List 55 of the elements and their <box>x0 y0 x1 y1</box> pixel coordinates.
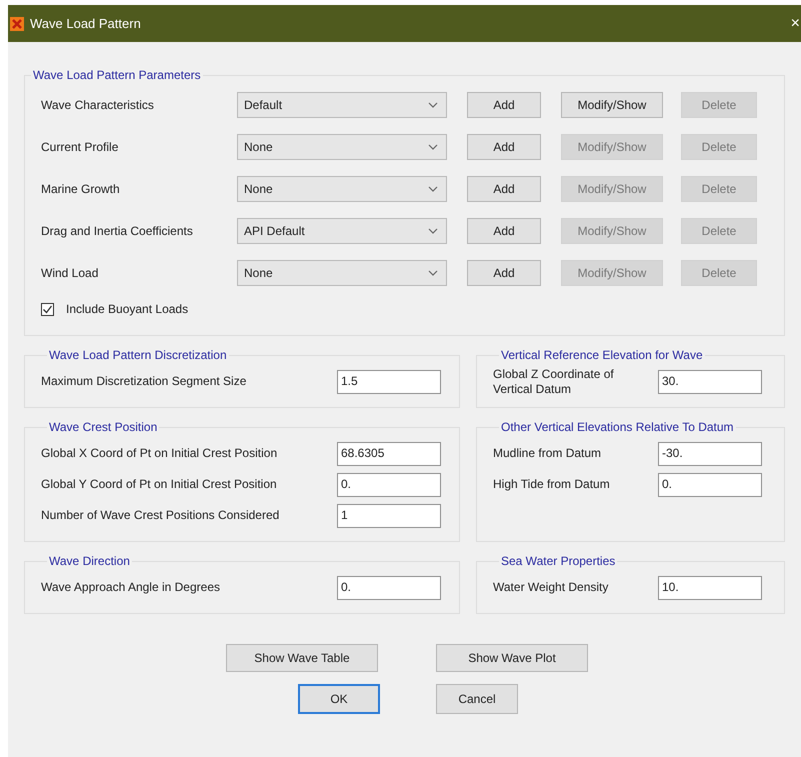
close-button[interactable]: × <box>790 14 800 32</box>
field-label: Maximum Discretization Segment Size <box>41 374 246 389</box>
field-label: Number of Wave Crest Positions Considered <box>41 508 280 523</box>
action-button[interactable]: Add <box>467 134 541 160</box>
group-title: Wave Crest Position <box>48 420 158 434</box>
dropdown[interactable]: API Default <box>237 218 447 244</box>
field-label: Global X Coord of Pt on Initial Crest Position <box>41 446 278 461</box>
app-icon <box>10 16 24 30</box>
action-button[interactable]: Add <box>467 260 541 286</box>
group-title: Sea Water Properties <box>500 554 616 568</box>
input-field[interactable]: -30. <box>658 442 762 466</box>
input-field[interactable]: 30. <box>658 370 762 394</box>
field-label: Global Z Coordinate of Vertical Datum <box>493 366 615 396</box>
action-button[interactable]: Add <box>467 218 541 244</box>
dropdown[interactable]: Default <box>237 92 447 118</box>
dropdown[interactable]: None <box>237 260 447 286</box>
input-field[interactable]: 1.5 <box>337 370 441 394</box>
dropdown[interactable]: None <box>237 134 447 160</box>
row-label: Wind Load <box>41 266 100 280</box>
dropdown[interactable]: None <box>237 176 447 202</box>
group-title: Wave Load Pattern Parameters <box>32 68 202 82</box>
group-title: Vertical Reference Elevation for Wave <box>500 348 704 362</box>
checkbox-label: Include Buoyant Loads <box>66 302 188 316</box>
field-label: Water Weight Density <box>493 580 608 595</box>
input-field[interactable]: 10. <box>658 576 762 600</box>
group-title: Wave Direction <box>48 554 131 568</box>
field-label: Wave Approach Angle in Degrees <box>41 580 220 595</box>
chevron-down-icon <box>428 270 438 276</box>
show-button[interactable]: Show Wave Table <box>226 644 378 672</box>
row-label: Drag and Inertia Coefficients <box>41 224 194 238</box>
chevron-down-icon <box>428 102 438 108</box>
field-label: High Tide from Datum <box>493 477 610 492</box>
group-title: Other Vertical Elevations Relative To Datum <box>500 420 735 434</box>
checkbox[interactable] <box>41 302 54 316</box>
input-field[interactable]: 68.6305 <box>337 442 441 466</box>
chevron-down-icon <box>428 228 438 234</box>
field-label: Mudline from Datum <box>493 446 602 461</box>
row-label: Wave Characteristics <box>41 98 155 112</box>
field-label: Global Y Coord of Pt on Initial Crest Position <box>41 477 277 492</box>
group-title: Wave Load Pattern Discretization <box>48 348 228 362</box>
input-field[interactable]: 0. <box>337 472 441 496</box>
dialog-button[interactable]: Cancel <box>436 684 518 714</box>
input-field[interactable]: 0. <box>658 472 762 496</box>
window-title: Wave Load Pattern <box>30 16 142 31</box>
action-button[interactable]: Add <box>467 176 541 202</box>
row-label: Current Profile <box>41 140 120 154</box>
action-button[interactable]: Add <box>467 92 541 118</box>
input-field[interactable]: 0. <box>337 576 441 600</box>
chevron-down-icon <box>428 186 438 192</box>
show-button[interactable]: Show Wave Plot <box>436 644 588 672</box>
row-label: Marine Growth <box>41 182 121 196</box>
dialog-button[interactable]: OK <box>298 684 380 714</box>
action-button[interactable]: Modify/Show <box>561 92 663 118</box>
chevron-down-icon <box>428 144 438 150</box>
input-field[interactable]: 1 <box>337 504 441 528</box>
